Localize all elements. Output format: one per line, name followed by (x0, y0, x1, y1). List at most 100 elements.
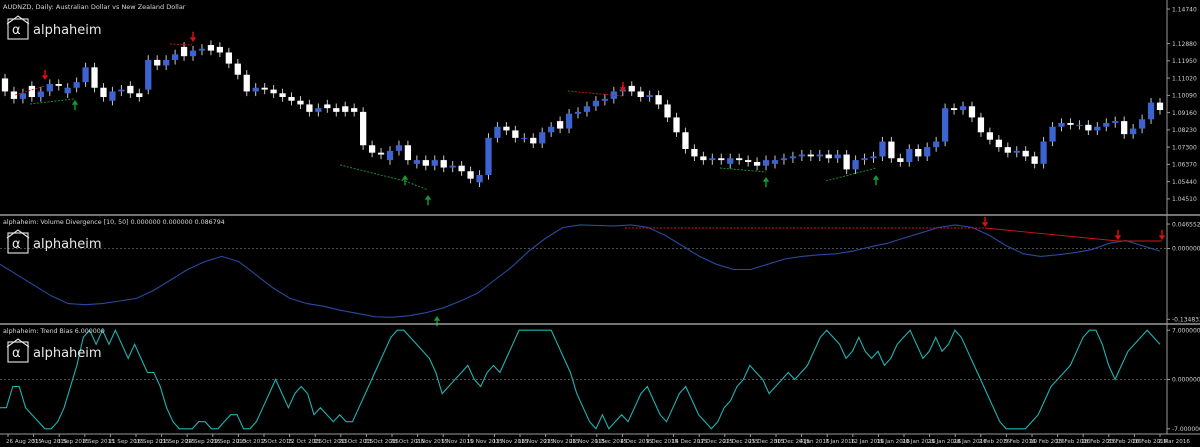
bear-candle (342, 106, 349, 112)
bear-candle (207, 45, 215, 51)
bull-candle (861, 158, 868, 161)
chart-canvas[interactable]: AUDNZD, Daily: Australian Dollar vs New … (0, 0, 1200, 447)
y-tick-label: -7.000000 (1172, 426, 1200, 433)
indicator-caption: alphaheim: Trend Bias 6.000000 (3, 328, 105, 335)
bull-candle (574, 111, 582, 114)
bull-candle (413, 160, 420, 164)
logo-glyph: α (12, 346, 21, 361)
bear-candle (673, 117, 680, 133)
bear-candle (977, 117, 985, 133)
bull-candle (171, 54, 179, 60)
bear-candle (100, 87, 107, 98)
bear-candle (216, 46, 224, 53)
bear-candle (807, 154, 814, 157)
bear-candle (1, 78, 9, 92)
bull-candle (601, 98, 609, 101)
bull-candle (798, 154, 805, 157)
bear-candle (843, 154, 850, 170)
bull-candle (933, 141, 940, 148)
bear-candle (279, 93, 286, 98)
bear-candle (136, 93, 143, 98)
bull-candle (548, 126, 555, 133)
bull-candle (1049, 126, 1056, 142)
bear-candle (368, 145, 376, 153)
bear-candle (915, 148, 922, 157)
bull-candle (834, 154, 841, 159)
bear-candle (950, 108, 958, 111)
symbol-caption: AUDNZD, Daily: Australian Dollar vs New … (3, 3, 186, 11)
y-tick-label: -0.134833 (1172, 316, 1200, 323)
bear-candle (718, 158, 725, 161)
bear-candle (10, 91, 18, 99)
bull-candle (1094, 126, 1101, 131)
chart-window[interactable]: AUDNZD, Daily: Australian Dollar vs New … (0, 0, 1200, 447)
bear-candle (1022, 150, 1029, 157)
bear-candle (888, 141, 895, 159)
bear-candle (297, 100, 304, 105)
logo-glyph: α (12, 237, 21, 252)
bear-candle (467, 171, 474, 179)
bear-candle (664, 104, 671, 118)
bear-candle (91, 67, 98, 88)
bear-candle (360, 111, 367, 146)
bull-candle (109, 91, 116, 101)
bear-candle (1121, 121, 1128, 135)
bear-candle (753, 161, 761, 166)
bear-candle (154, 59, 161, 66)
bull-candle (118, 89, 125, 92)
indicator-caption: alphaheim: Volume Divergence [10, 50] 0.… (3, 219, 225, 226)
bull-candle (592, 100, 600, 107)
bull-candle (1076, 124, 1083, 126)
bear-candle (637, 91, 644, 98)
bear-candle (288, 97, 295, 101)
bear-candle (261, 87, 268, 90)
bear-candle (404, 145, 412, 161)
y-tick-label: 0.000000 (1172, 246, 1200, 253)
bull-candle (37, 91, 44, 98)
bull-candle (494, 126, 501, 138)
y-tick-label: 1.14740 (1172, 6, 1197, 13)
bull-candle (1103, 122, 1110, 127)
bear-candle (1067, 122, 1074, 125)
bull-candle (789, 156, 797, 159)
bull-candle (1138, 119, 1146, 129)
bull-candle (1058, 122, 1065, 127)
logo-text: alphaheim (33, 23, 102, 38)
logo-text: alphaheim (33, 237, 102, 252)
y-tick-label: 1.08230 (1172, 127, 1197, 134)
bear-candle (691, 148, 698, 157)
bear-candle (628, 85, 635, 92)
bull-candle (431, 160, 438, 166)
logo-text: alphaheim (33, 346, 102, 361)
bear-candle (351, 108, 358, 112)
bull-candle (198, 48, 206, 51)
bear-candle (1004, 147, 1011, 153)
bear-candle (512, 130, 519, 138)
bear-candle (458, 165, 465, 172)
bull-candle (315, 108, 322, 112)
y-tick-label: 1.05440 (1172, 179, 1197, 186)
bull-candle (924, 147, 931, 157)
bear-candle (995, 139, 1002, 148)
bull-candle (852, 160, 859, 170)
bull-candle (583, 106, 591, 112)
bull-candle (19, 93, 27, 99)
y-tick-label: 1.04510 (1172, 196, 1197, 203)
bull-candle (539, 132, 546, 144)
bull-candle (449, 165, 456, 168)
bear-candle (55, 84, 62, 86)
bull-candle (771, 160, 779, 164)
y-tick-label: 1.11950 (1172, 58, 1197, 65)
bull-candle (780, 158, 788, 161)
bear-candle (897, 158, 904, 162)
bull-candle (906, 148, 913, 162)
y-tick-label: 1.12880 (1172, 41, 1197, 48)
y-tick-label: 1.09160 (1172, 110, 1197, 117)
bear-candle (700, 156, 707, 161)
bear-candle (503, 126, 510, 131)
bull-candle (521, 137, 528, 139)
bear-candle (1156, 102, 1164, 111)
bull-candle (1112, 121, 1119, 123)
logo-glyph: α (12, 23, 21, 38)
y-tick-label: 0.000000 (1172, 377, 1200, 384)
